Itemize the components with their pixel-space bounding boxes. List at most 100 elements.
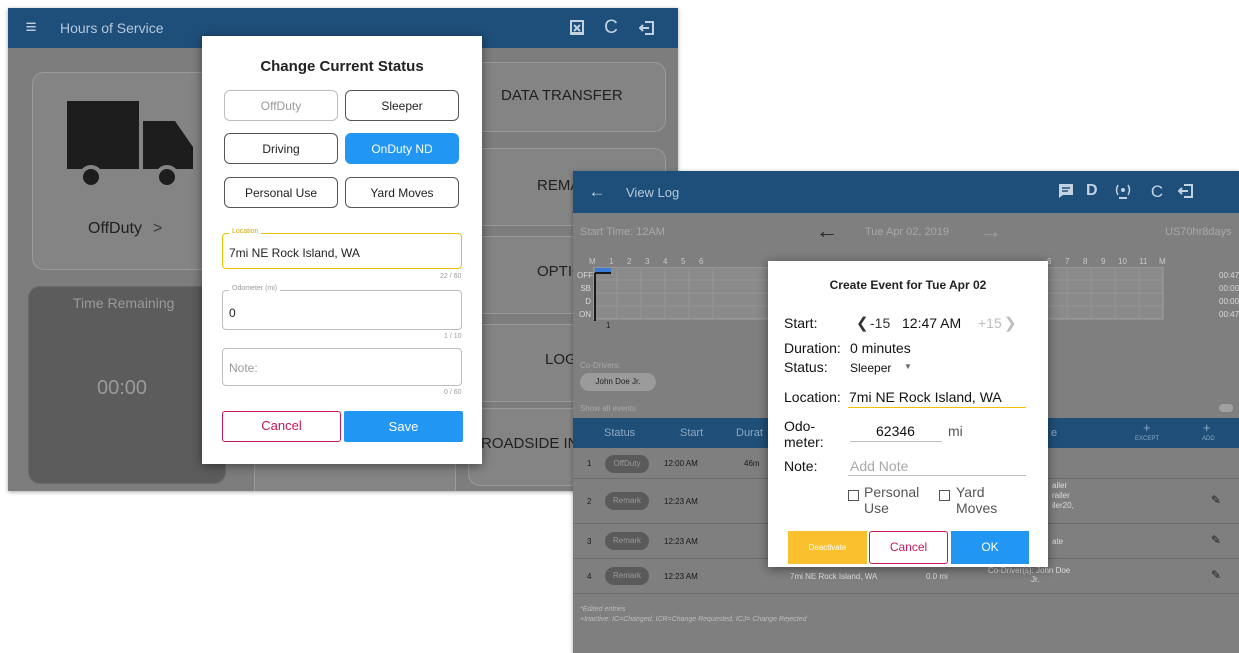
logout-icon[interactable] (1177, 183, 1194, 204)
footnote-inactive: +Inactive: IC=Changed, ICR=Change Reques… (580, 616, 807, 623)
header-start: Start (680, 427, 704, 439)
hour-label-7: 7 (1065, 257, 1070, 266)
personal-use-label-cont: Use (864, 500, 889, 516)
row-note-line: iler20, (1052, 501, 1074, 510)
location-field[interactable]: Location 7mi NE Rock Island, WA (222, 228, 462, 269)
connection-icon[interactable] (1113, 182, 1133, 205)
hour-label-m-end: M (1159, 257, 1166, 266)
minus-15-button[interactable]: -15 (870, 315, 890, 331)
row-label-off: OFF (577, 271, 593, 280)
hour-label-9: 9 (1101, 257, 1106, 266)
odometer-legend: Odometer (mi) (229, 285, 281, 292)
odometer-value: 0 (229, 306, 236, 320)
cancel-button[interactable]: Cancel (222, 411, 341, 442)
edit-pencil-icon[interactable]: ✎ (1211, 568, 1221, 582)
header-except[interactable]: EXCEPT (1135, 436, 1159, 442)
odometer-field[interactable]: Odometer (mi) 0 (222, 285, 462, 330)
show-all-events-toggle[interactable] (1219, 404, 1233, 412)
status-driving-button[interactable]: Driving (224, 133, 338, 164)
hour-label-10: 10 (1118, 257, 1127, 266)
header-add[interactable]: ADD (1202, 436, 1215, 442)
location-input-value: 7mi NE Rock Island, WA (849, 389, 1002, 405)
start-label: Start: (784, 315, 818, 331)
cancel-button[interactable]: Cancel (869, 531, 948, 564)
row-label-on: ON (579, 310, 591, 319)
ok-button[interactable]: OK (951, 531, 1029, 564)
status-pill: Remark (605, 532, 649, 550)
status-select-value: Sleeper (850, 361, 892, 375)
status-yard-moves-button[interactable]: Yard Moves (345, 177, 459, 208)
odometer-input[interactable]: 62346 (850, 421, 942, 442)
location-legend: Location (229, 228, 262, 235)
status-label: Status: (784, 359, 828, 375)
app-title: Hours of Service (60, 20, 164, 36)
note-placeholder: Note: (229, 361, 258, 375)
total-off: 00:47 (1219, 271, 1239, 280)
duration-value: 0 minutes (850, 340, 911, 356)
current-status-label: OffDuty (88, 220, 142, 237)
graph-note-count: 1 (606, 321, 611, 330)
header-status: Status (604, 427, 636, 439)
deactivate-button[interactable]: Deactivate (788, 531, 867, 564)
create-event-dialog: Create Event for Tue Apr 02 Start: ❮ -15… (768, 261, 1048, 567)
menu-icon[interactable]: ≡ (18, 8, 44, 48)
co-driver-chip[interactable]: John Doe Jr. (580, 373, 656, 391)
refresh-icon[interactable]: C (598, 8, 624, 48)
data-transfer-label: DATA TRANSFER (501, 87, 623, 104)
back-arrow-icon[interactable]: ← (587, 171, 607, 213)
row-number: 3 (587, 537, 592, 546)
time-remaining-value: 00:00 (97, 377, 148, 399)
total-sb: 00:00 (1219, 284, 1239, 293)
row-duration: 46m (744, 459, 760, 468)
hour-label-8: 8 (1083, 257, 1088, 266)
plus-15-button[interactable]: +15 (978, 315, 1002, 331)
status-personal-use-button[interactable]: Personal Use (224, 177, 338, 208)
odometer-label: Odo- (784, 418, 816, 434)
note-input[interactable]: Add Note (848, 455, 1026, 476)
note-field[interactable]: Note: (222, 348, 462, 386)
row-time: 12:23 AM (664, 497, 698, 506)
status-select[interactable]: Sleeper ▼ (850, 359, 916, 377)
hour-label-m: M (589, 257, 596, 266)
row-time: 12:23 AM (664, 572, 698, 581)
dropdown-arrow-icon: ▼ (904, 362, 912, 371)
hour-label-11: 11 (1139, 257, 1148, 266)
current-status-tile[interactable]: OffDuty > (32, 72, 224, 270)
header-duration: Durat (736, 427, 763, 439)
logout-icon[interactable] (634, 8, 660, 48)
row-label-d: D (585, 297, 591, 306)
status-onduty-nd-button[interactable]: OnDuty ND (345, 133, 459, 164)
row-note-line: ailer (1052, 481, 1068, 490)
message-icon[interactable] (1058, 183, 1074, 204)
status-pill: OffDuty (605, 455, 649, 473)
row-time: 12:00 AM (664, 459, 698, 468)
minus-chevron-icon[interactable]: ❮ (856, 314, 869, 332)
log-date: Tue Apr 02, 2019 (865, 226, 949, 238)
note-label: Note: (784, 458, 818, 474)
hour-label-6: 6 (699, 257, 704, 266)
cycle-rule: US70hr8days (1165, 226, 1232, 238)
save-button[interactable]: Save (344, 411, 463, 442)
edit-pencil-icon[interactable]: ✎ (1211, 533, 1221, 547)
inspection-icon[interactable] (564, 8, 590, 48)
note-counter: 0 / 60 (444, 389, 462, 396)
next-day-arrow-icon[interactable]: → (980, 218, 1002, 244)
driver-mode-icon[interactable]: D (1086, 182, 1098, 200)
status-sleeper-button[interactable]: Sleeper (345, 90, 459, 121)
previous-day-arrow-icon[interactable]: ← (816, 218, 838, 244)
data-transfer-tile[interactable]: DATA TRANSFER (468, 62, 666, 132)
location-input[interactable]: 7mi NE Rock Island, WA (848, 386, 1026, 408)
row-time: 12:23 AM (664, 537, 698, 546)
edit-pencil-icon[interactable]: ✎ (1211, 493, 1221, 507)
add-plus-icon[interactable]: + (1203, 420, 1211, 435)
personal-use-checkbox[interactable] (848, 490, 859, 501)
yard-moves-checkbox[interactable] (939, 490, 950, 501)
plus-chevron-icon[interactable]: ❯ (1004, 314, 1017, 332)
co-drivers-label: Co-Drivers: (580, 361, 621, 370)
dialog-title: Create Event for Tue Apr 02 (829, 278, 987, 292)
change-status-dialog: Change Current Status OffDuty Sleeper Dr… (202, 36, 482, 464)
status-offduty-button[interactable]: OffDuty (224, 90, 338, 121)
time-remaining-tile[interactable]: Time Remaining 00:00 (28, 286, 226, 484)
refresh-icon[interactable]: C (1147, 171, 1167, 213)
except-plus-icon[interactable]: + (1143, 420, 1151, 435)
